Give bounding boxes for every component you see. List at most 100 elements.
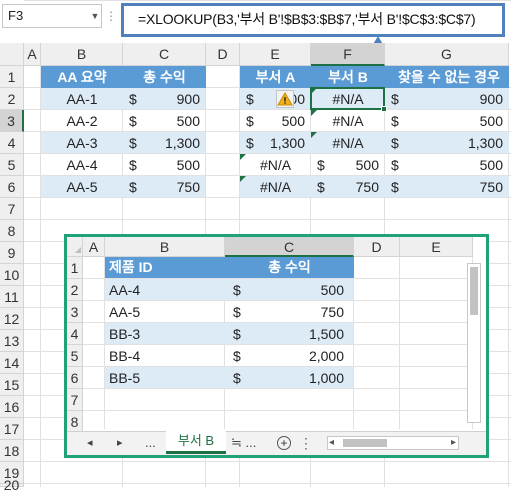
column-header-f[interactable]: F: [311, 43, 385, 66]
row-header-5[interactable]: 5: [0, 154, 24, 176]
table-cell-amount[interactable]: 1,500: [225, 323, 344, 345]
tab-scroll-right-icon[interactable]: ▸: [117, 431, 129, 455]
row-header-15[interactable]: 15: [0, 374, 24, 396]
hscroll-right-icon[interactable]: ▸: [451, 436, 461, 450]
table-cell-amount[interactable]: 900: [123, 88, 200, 110]
row-header-13[interactable]: 13: [0, 330, 24, 352]
vertical-scrollbar-thumb[interactable]: [470, 267, 478, 315]
table-header-revenue: 총 수익: [268, 259, 311, 275]
column-header-d[interactable]: D: [206, 43, 240, 66]
column-header-b[interactable]: B: [41, 43, 123, 66]
table-cell-id[interactable]: AA-2: [41, 110, 123, 132]
corner-triangle-icon: [75, 247, 81, 253]
row-header-16[interactable]: 16: [0, 396, 24, 418]
table-cell-amount[interactable]: 1,300: [123, 132, 200, 154]
row-header-10[interactable]: 10: [0, 264, 24, 286]
table-cell-amount[interactable]: 500: [385, 110, 503, 132]
column-header-c[interactable]: C: [123, 43, 206, 66]
table-header-not-found: 찾을 수 없는 경우: [398, 69, 500, 85]
add-sheet-icon[interactable]: +: [277, 436, 291, 450]
row-header-1[interactable]: 1: [0, 66, 24, 88]
table-cell-amount[interactable]: 2,000: [225, 345, 344, 367]
horizontal-scrollbar-thumb[interactable]: [343, 439, 387, 447]
tab-active-sheet[interactable]: 부서 B: [166, 430, 226, 454]
table-cell-amount[interactable]: 500: [225, 279, 344, 301]
column-header-a[interactable]: A: [24, 43, 41, 66]
row-header-9[interactable]: 9: [0, 242, 24, 264]
table-cell-amount[interactable]: 500: [123, 110, 200, 132]
fill-handle[interactable]: [381, 106, 387, 112]
row-header-8[interactable]: 8: [67, 411, 83, 433]
table-cell-error[interactable]: #N/A: [240, 154, 311, 176]
table-cell-amount[interactable]: 900: [385, 88, 503, 110]
table-cell-amount[interactable]: 1,300: [385, 132, 503, 154]
column-header-e[interactable]: E: [400, 237, 473, 257]
row-header-3[interactable]: 3: [67, 301, 83, 323]
row-header-17[interactable]: 17: [0, 418, 24, 440]
table-cell-amount[interactable]: 750: [225, 301, 344, 323]
table-cell-amount[interactable]: 750: [311, 176, 379, 198]
table-cell-id[interactable]: BB-5: [109, 367, 219, 389]
row-header-6[interactable]: 6: [67, 367, 83, 389]
column-header-b[interactable]: B: [105, 237, 225, 257]
gridline-horizontal: [24, 483, 511, 484]
row-header-3[interactable]: 3: [0, 110, 24, 132]
table-cell-id[interactable]: AA-5: [41, 176, 123, 198]
row-header-12[interactable]: 12: [0, 308, 24, 330]
column-header-g[interactable]: G: [385, 43, 509, 66]
table-cell-error[interactable]: #N/A: [240, 176, 311, 198]
table-cell-id[interactable]: AA-5: [109, 301, 219, 323]
formula-bar-divider: ⋮: [105, 9, 117, 23]
table-cell-amount[interactable]: 1,300: [240, 132, 305, 154]
table-cell-id[interactable]: AA-3: [41, 132, 123, 154]
table-header-product-id: 제품 ID: [109, 259, 153, 275]
table-cell-amount[interactable]: 500: [385, 154, 503, 176]
row-header-6[interactable]: 6: [0, 176, 24, 198]
table-cell-error[interactable]: #N/A: [311, 132, 385, 154]
row-header-4[interactable]: 4: [0, 132, 24, 154]
error-indicator-icon: [240, 154, 246, 160]
table-cell-id[interactable]: AA-1: [41, 88, 123, 110]
row-header-8[interactable]: 8: [0, 220, 24, 242]
table-cell-amount[interactable]: 1,000: [225, 367, 344, 389]
row-header-7[interactable]: 7: [67, 389, 83, 411]
tab-more-right[interactable]: ⋮: [299, 431, 313, 455]
warning-icon[interactable]: [276, 90, 294, 108]
tab-more-left[interactable]: ...: [145, 431, 165, 455]
table-cell-amount[interactable]: 750: [123, 176, 200, 198]
table-cell-amount[interactable]: 500: [123, 154, 200, 176]
table-cell-amount[interactable]: 900: [240, 88, 305, 110]
column-header-a[interactable]: A: [83, 237, 105, 257]
table-cell-id[interactable]: BB-4: [109, 345, 219, 367]
select-all-corner[interactable]: [0, 43, 24, 66]
table-cell-amount[interactable]: 500: [240, 110, 305, 132]
active-cell-f3[interactable]: [310, 87, 385, 110]
table-cell-id[interactable]: BB-3: [109, 323, 219, 345]
table-cell-id[interactable]: AA-4: [41, 154, 123, 176]
row-header-2[interactable]: 2: [67, 279, 83, 301]
hscroll-left-icon[interactable]: ◂: [329, 436, 339, 450]
table-cell-error[interactable]: #N/A: [311, 110, 385, 132]
table-cell-amount[interactable]: 750: [385, 176, 503, 198]
column-header-e[interactable]: E: [240, 43, 311, 66]
column-header-c[interactable]: C: [225, 237, 354, 257]
formula-bar[interactable]: =XLOOKUP(B3,'부서 B'!$B$3:$B$7,'부서 B'!$C$3…: [138, 8, 503, 30]
row-header-11[interactable]: 11: [0, 286, 24, 308]
tab-next-sheet[interactable]: ≒ ...: [231, 431, 263, 455]
chevron-down-icon[interactable]: ▼: [88, 4, 102, 28]
row-header-1[interactable]: 1: [67, 257, 83, 279]
gridline-horizontal: [83, 410, 473, 411]
name-box[interactable]: F3: [2, 4, 102, 28]
row-header-18[interactable]: 18: [0, 440, 24, 462]
gridline-vertical: [399, 257, 400, 429]
table-cell-id[interactable]: AA-4: [109, 279, 219, 301]
row-header-14[interactable]: 14: [0, 352, 24, 374]
table-header-revenue: 총 수익: [143, 69, 186, 85]
row-header-7[interactable]: 7: [0, 198, 24, 220]
row-header-5[interactable]: 5: [67, 345, 83, 367]
column-header-d[interactable]: D: [354, 237, 400, 257]
row-header-4[interactable]: 4: [67, 323, 83, 345]
tab-scroll-left-icon[interactable]: ◂: [87, 431, 99, 455]
row-header-2[interactable]: 2: [0, 88, 24, 110]
table-cell-amount[interactable]: 500: [311, 154, 379, 176]
